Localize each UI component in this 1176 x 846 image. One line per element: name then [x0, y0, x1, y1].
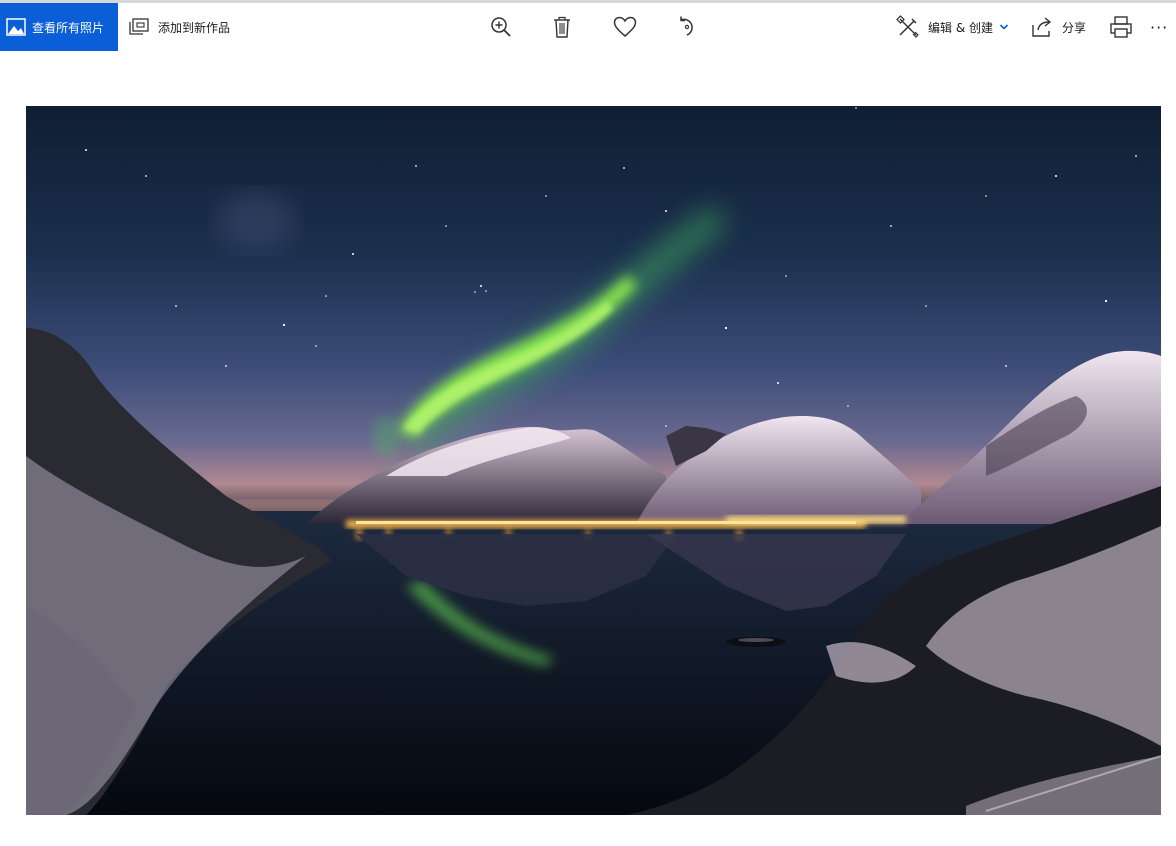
delete-button[interactable]	[542, 3, 582, 51]
rotate-icon	[675, 15, 699, 39]
trash-icon	[551, 15, 573, 39]
more-options-button[interactable]: ···	[1150, 3, 1176, 51]
edit-create-icon	[896, 15, 920, 39]
displayed-photo	[26, 106, 1161, 815]
favorite-button[interactable]	[605, 3, 645, 51]
photos-app-icon	[6, 17, 26, 37]
heart-icon	[613, 16, 637, 38]
chevron-down-icon	[999, 23, 1009, 31]
add-to-creation-icon	[128, 17, 150, 37]
top-toolbar: 查看所有照片 添加到新作品 编辑 & 创建 分享 ···	[0, 3, 1176, 51]
edit-create-label: 编辑 & 创建	[928, 20, 993, 35]
photo-viewer[interactable]	[26, 106, 1161, 815]
add-to-creation-label: 添加到新作品	[158, 20, 231, 35]
add-to-creation-button[interactable]: 添加到新作品	[128, 3, 230, 51]
share-button[interactable]: 分享	[1030, 3, 1086, 51]
rotate-button[interactable]	[667, 3, 707, 51]
view-all-photos-button[interactable]: 查看所有照片	[0, 3, 118, 51]
zoom-button[interactable]	[481, 3, 521, 51]
edit-create-button[interactable]: 编辑 & 创建	[896, 3, 1009, 51]
print-icon	[1109, 15, 1133, 39]
view-all-photos-label: 查看所有照片	[32, 20, 105, 35]
share-icon	[1030, 16, 1054, 38]
zoom-in-icon	[489, 15, 513, 39]
print-button[interactable]	[1104, 3, 1138, 51]
share-label: 分享	[1062, 20, 1087, 35]
more-options-label: ···	[1150, 17, 1169, 37]
